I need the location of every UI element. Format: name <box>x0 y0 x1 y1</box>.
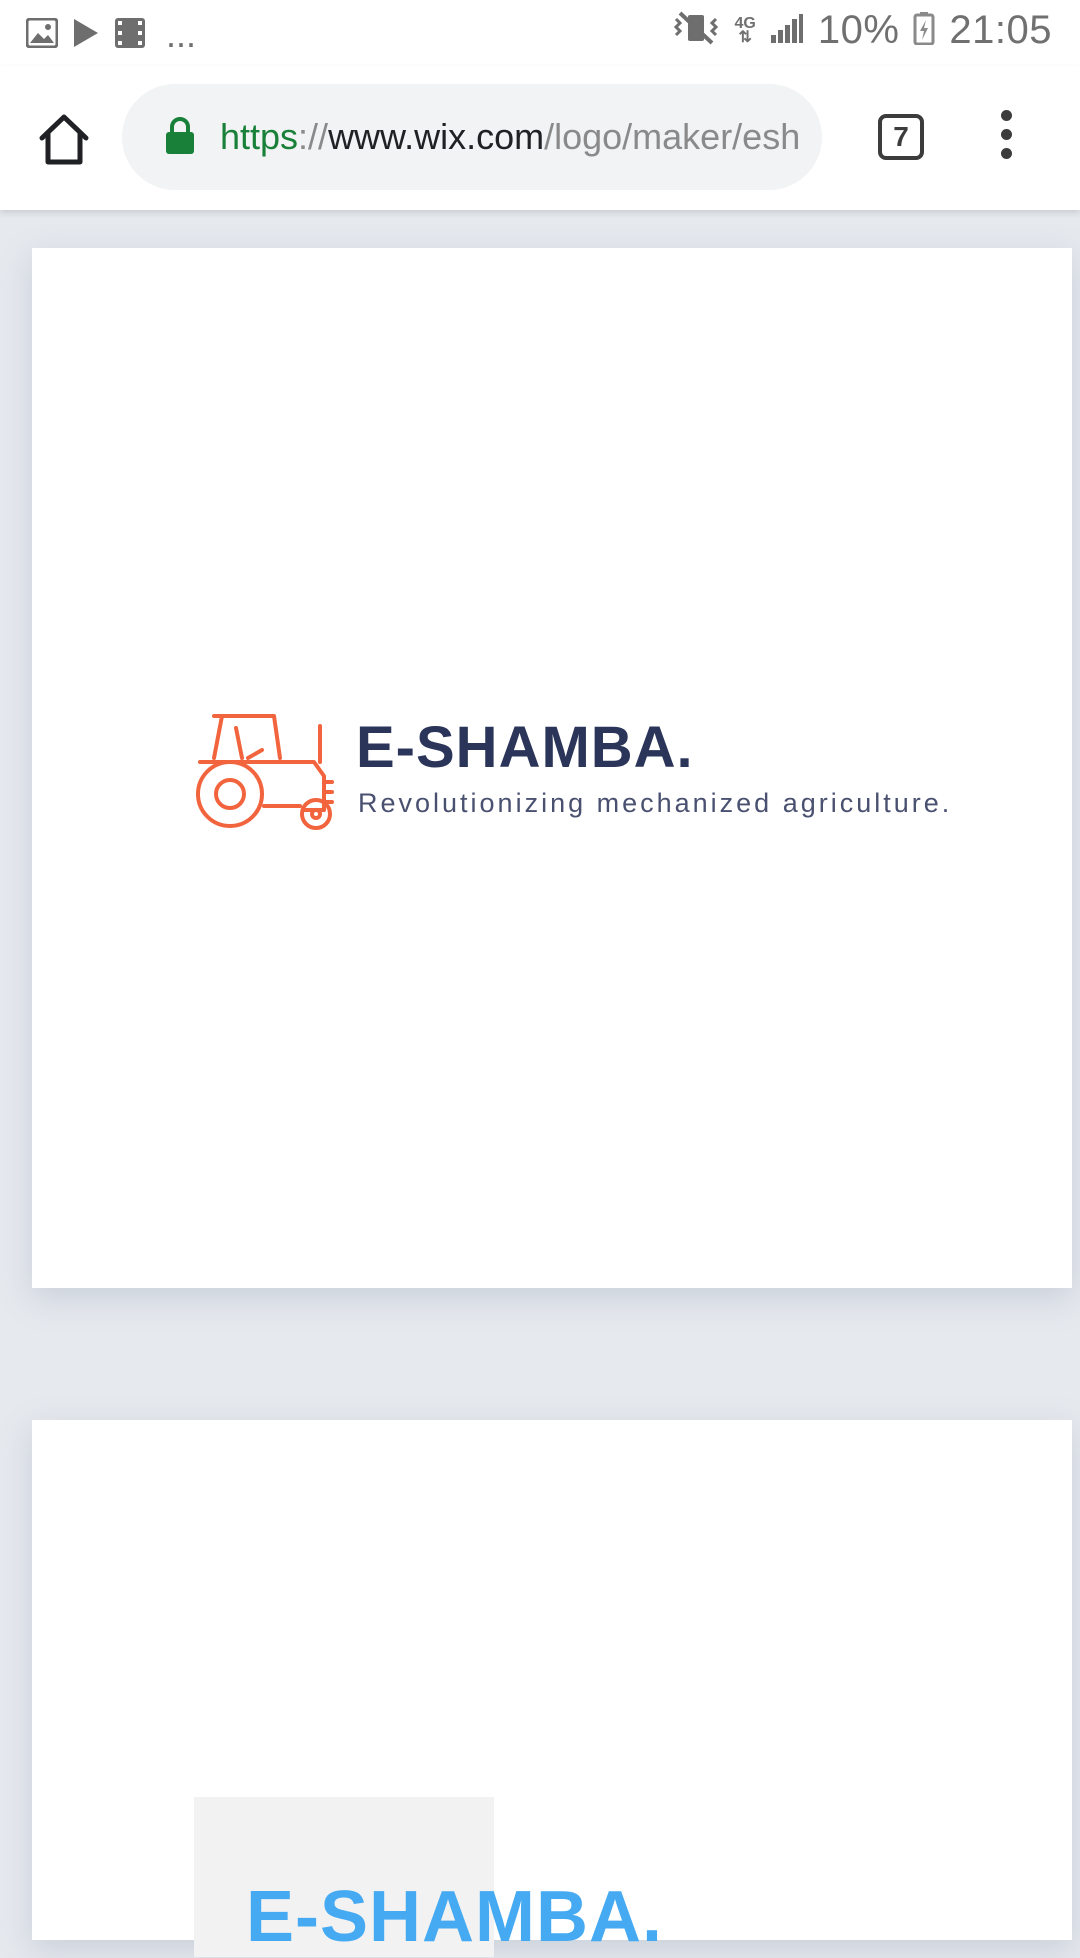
tractor-icon <box>196 714 334 830</box>
home-button[interactable] <box>34 110 94 170</box>
logo-preview-card[interactable]: E-SHAMBA. <box>32 1420 1072 1957</box>
signal-icon <box>770 13 804 48</box>
clock: 21:05 <box>949 8 1052 52</box>
vibrate-icon <box>672 11 720 50</box>
logo-preview-card[interactable]: E-SHAMBA. Revolutionizing mechanized agr… <box>32 248 1072 1288</box>
system-icons: 4G ⇅ 10% 21:05 <box>672 8 1052 53</box>
logo-brand-name: E-SHAMBA. <box>356 715 694 780</box>
battery-icon <box>913 11 935 50</box>
video-icon <box>114 17 146 54</box>
logo-brand-name: E-SHAMBA. <box>246 1877 663 1957</box>
network-type-label: 4G ⇅ <box>734 14 756 46</box>
menu-dot <box>1000 110 1012 121</box>
url-separator: :// <box>298 116 329 157</box>
menu-dot <box>1000 129 1012 140</box>
lock-icon[interactable] <box>164 116 196 161</box>
home-icon <box>39 114 89 165</box>
status-bar: ... 4G ⇅ 10% 21:05 <box>0 0 1080 66</box>
url-text[interactable]: https://www.wix.com/logo/maker/esh <box>220 112 805 162</box>
tab-switcher-button[interactable]: 7 <box>878 114 924 160</box>
battery-percent: 10% <box>817 8 900 52</box>
url-scheme: https <box>220 116 299 157</box>
menu-dot <box>1000 148 1012 159</box>
url-bar[interactable]: https://www.wix.com/logo/maker/esh <box>122 84 822 190</box>
browser-toolbar: https://www.wix.com/logo/maker/esh 7 <box>0 66 1080 210</box>
more-notifications-indicator: ... <box>166 14 197 55</box>
play-icon <box>72 18 100 53</box>
page-content: E-SHAMBA. Revolutionizing mechanized agr… <box>0 210 1080 1957</box>
logo-design: E-SHAMBA. Revolutionizing mechanized agr… <box>192 714 952 834</box>
network-type-text: 4G <box>734 14 756 32</box>
url-path: /logo/maker/esh <box>544 116 801 157</box>
overflow-menu-button[interactable] <box>990 110 1022 170</box>
image-icon <box>25 17 59 53</box>
url-host: www.wix.com <box>328 116 545 157</box>
logo-tagline: Revolutionizing mechanized agriculture. <box>358 788 953 818</box>
notification-icons: ... <box>25 14 197 56</box>
